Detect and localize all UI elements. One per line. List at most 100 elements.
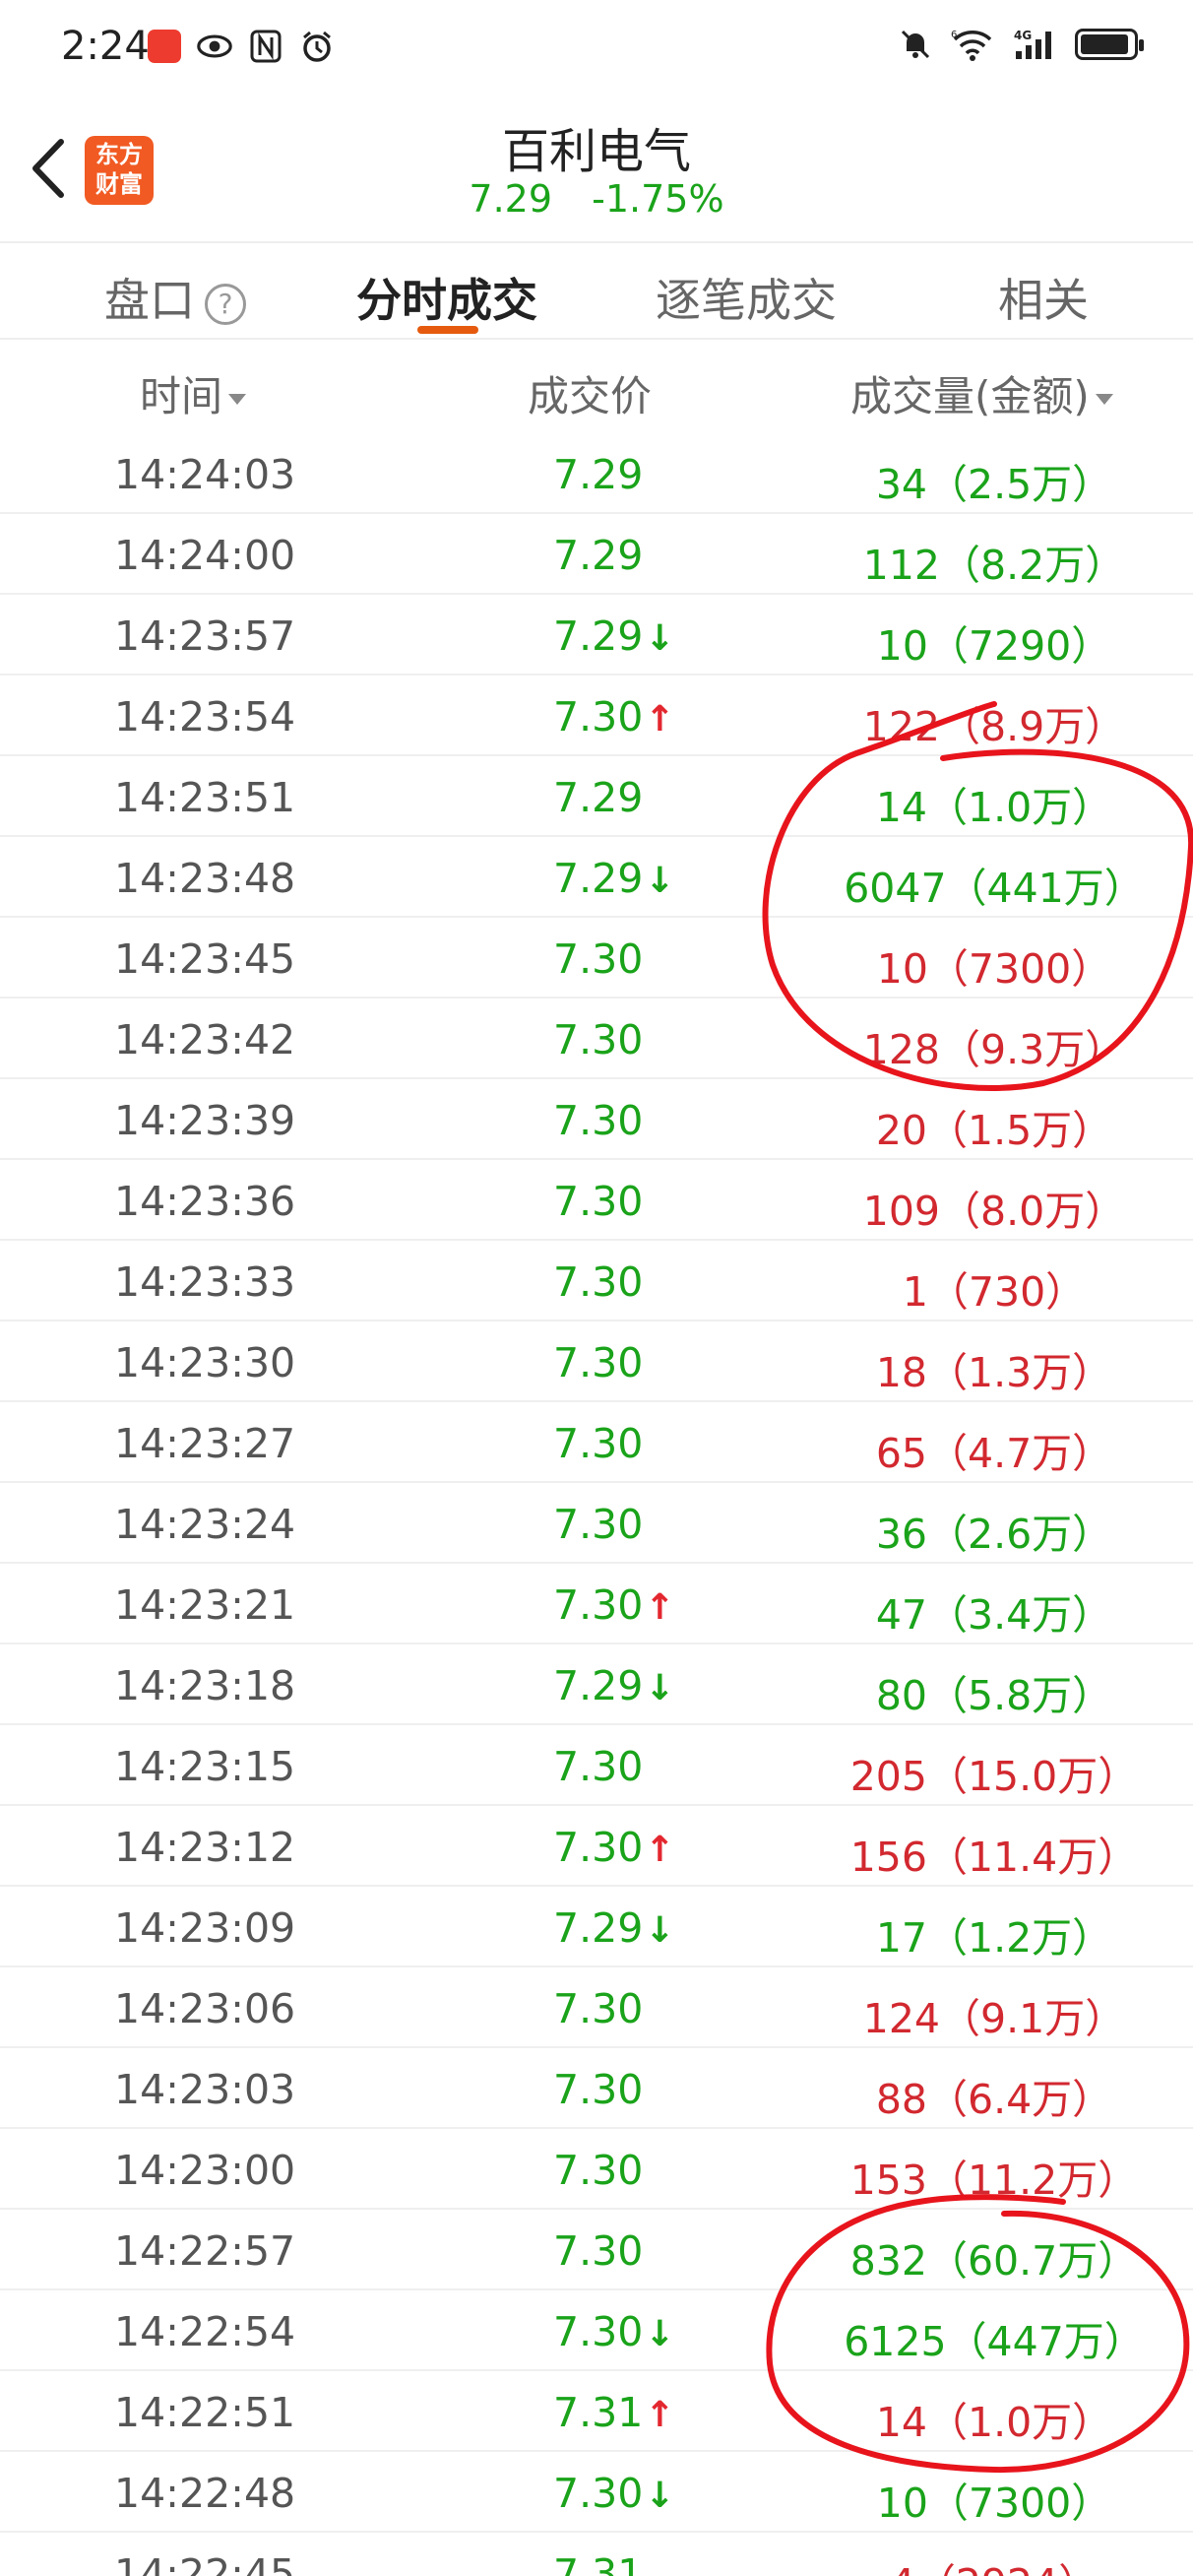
table-row[interactable]: 14:23:36 7.30 109（8.0万） bbox=[0, 1160, 1193, 1241]
table-row[interactable]: 14:23:06 7.30 124（9.1万） bbox=[0, 1967, 1193, 2048]
trade-time: 14:23:21 bbox=[114, 1581, 296, 1629]
column-headers: 时间 成交价 成交量(金额) bbox=[0, 340, 1193, 438]
col-header-volume[interactable]: 成交量(金额) bbox=[850, 363, 1113, 423]
trade-time: 14:23:42 bbox=[114, 1016, 296, 1063]
col-header-time-label: 时间 bbox=[140, 372, 223, 420]
arrow-down-icon: ↓ bbox=[645, 2314, 675, 2354]
mute-icon bbox=[898, 28, 933, 61]
trade-time: 14:22:57 bbox=[114, 2227, 296, 2275]
tab-related[interactable]: 相关 bbox=[998, 265, 1089, 327]
tab-pankou[interactable]: 盘口? bbox=[104, 265, 246, 327]
col-header-price-label: 成交价 bbox=[528, 372, 653, 420]
trade-price-value: 7.30 bbox=[553, 1581, 644, 1629]
table-row[interactable]: 14:22:57 7.30 832（60.7万） bbox=[0, 2210, 1193, 2290]
arrow-up-icon: ↑ bbox=[645, 1830, 675, 1870]
trade-price-value: 7.30 bbox=[553, 1097, 644, 1144]
trade-volume: 80（5.8万） bbox=[875, 1672, 1113, 1719]
trade-price-value: 7.30 bbox=[553, 2066, 644, 2113]
trade-volume: 18（1.3万） bbox=[875, 1349, 1113, 1396]
trade-price: 7.30 bbox=[553, 2147, 643, 2194]
trade-price-value: 7.30 bbox=[553, 1824, 644, 1871]
app-notification-icon bbox=[148, 30, 181, 63]
active-tab-indicator bbox=[417, 326, 478, 334]
svg-text:6: 6 bbox=[951, 30, 957, 40]
table-row[interactable]: 14:22:48 7.30↓ 10（7300） bbox=[0, 2452, 1193, 2533]
table-row[interactable]: 14:23:30 7.30 18（1.3万） bbox=[0, 1321, 1193, 1402]
table-row[interactable]: 14:23:42 7.30 128（9.3万） bbox=[0, 998, 1193, 1079]
trade-time: 14:22:45 bbox=[114, 2550, 296, 2576]
trade-volume: 10（7300） bbox=[876, 2479, 1112, 2527]
stock-change: -1.75% bbox=[592, 177, 724, 221]
trade-price-value: 7.30 bbox=[553, 2470, 644, 2517]
tab-bar: 盘口? 分时成交 逐笔成交 相关 bbox=[0, 241, 1193, 340]
table-row[interactable]: 14:23:45 7.30 10（7300） bbox=[0, 918, 1193, 998]
trade-price: 7.29↓ bbox=[553, 1662, 674, 1709]
table-row[interactable]: 14:23:09 7.29↓ 17（1.2万） bbox=[0, 1887, 1193, 1967]
svg-text:4G: 4G bbox=[1014, 29, 1032, 42]
trade-time: 14:23:36 bbox=[114, 1178, 296, 1225]
header: 东方 财富 百利电气 7.29 -1.75% bbox=[0, 98, 1193, 241]
table-row[interactable]: 14:23:39 7.30 20（1.5万） bbox=[0, 1079, 1193, 1160]
trade-volume: 124（9.1万） bbox=[862, 1995, 1126, 2042]
table-row[interactable]: 14:23:33 7.30 1（730） bbox=[0, 1241, 1193, 1321]
trade-price-value: 7.30 bbox=[553, 1258, 644, 1306]
trade-price-value: 7.29 bbox=[553, 774, 644, 821]
arrow-down-icon: ↓ bbox=[645, 1668, 675, 1708]
arrow-up-icon: ↑ bbox=[645, 2395, 675, 2435]
table-row[interactable]: 14:24:03 7.29 34（2.5万） bbox=[0, 433, 1193, 514]
trade-volume: 4（2924） bbox=[787, 2550, 1193, 2576]
table-row[interactable]: 14:23:51 7.29 14（1.0万） bbox=[0, 756, 1193, 837]
table-row[interactable]: 14:23:12 7.30↑ 156（11.4万） bbox=[0, 1806, 1193, 1887]
trade-volume: 65（4.7万） bbox=[875, 1430, 1113, 1477]
trade-volume: 156（11.4万） bbox=[849, 1834, 1139, 1881]
trade-volume: 109（8.0万） bbox=[862, 1188, 1126, 1235]
arrow-up-icon: ↑ bbox=[645, 1587, 675, 1628]
trade-volume: 6047（441万） bbox=[844, 865, 1145, 912]
stock-name: 百利电气 bbox=[501, 124, 691, 179]
trade-price: 7.29↓ bbox=[553, 855, 674, 902]
trade-time: 14:22:48 bbox=[114, 2470, 296, 2517]
trade-time: 14:24:00 bbox=[114, 532, 296, 579]
table-row[interactable]: 14:23:48 7.29↓ 6047（441万） bbox=[0, 837, 1193, 918]
tab-intraday-trades-label: 分时成交 bbox=[356, 274, 537, 327]
table-row[interactable]: 14:22:51 7.31↑ 14（1.0万） bbox=[0, 2371, 1193, 2452]
trade-price: 7.30↑ bbox=[553, 693, 674, 741]
trade-time: 14:23:33 bbox=[114, 1258, 296, 1306]
table-row[interactable]: 14:23:00 7.30 153（11.2万） bbox=[0, 2129, 1193, 2210]
trade-price: 7.31↑ bbox=[553, 2389, 674, 2436]
trade-price: 7.31 bbox=[553, 2550, 643, 2576]
trade-price: 7.30 bbox=[553, 1501, 643, 1548]
trade-time: 14:23:15 bbox=[114, 1743, 296, 1790]
tab-tick-trades[interactable]: 逐笔成交 bbox=[656, 265, 837, 327]
trade-volume: 20（1.5万） bbox=[875, 1107, 1113, 1154]
table-row[interactable]: 14:23:03 7.30 88（6.4万） bbox=[0, 2048, 1193, 2129]
table-row[interactable]: 14:23:57 7.29↓ 10（7290） bbox=[0, 595, 1193, 676]
trade-time: 14:23:12 bbox=[114, 1824, 296, 1871]
col-header-time[interactable]: 时间 bbox=[140, 363, 247, 423]
trade-price: 7.30↓ bbox=[553, 2470, 674, 2517]
table-row[interactable]: 14:23:15 7.30 205（15.0万） bbox=[0, 1725, 1193, 1806]
trade-volume: 122（8.9万） bbox=[862, 703, 1126, 750]
table-row[interactable]: 14:23:21 7.30↑ 47（3.4万） bbox=[0, 1564, 1193, 1644]
help-icon[interactable]: ? bbox=[205, 283, 246, 325]
sort-caret-icon bbox=[228, 394, 247, 405]
table-row[interactable]: 14:23:27 7.30 65（4.7万） bbox=[0, 1402, 1193, 1483]
table-row[interactable]: 14:23:24 7.30 36（2.6万） bbox=[0, 1483, 1193, 1564]
trade-price-value: 7.29 bbox=[553, 612, 644, 660]
trade-volume: 832（60.7万） bbox=[849, 2237, 1139, 2285]
trade-price-value: 7.30 bbox=[553, 1743, 644, 1790]
trade-price: 7.30 bbox=[553, 1743, 643, 1790]
eye-icon bbox=[197, 30, 232, 63]
tab-intraday-trades[interactable]: 分时成交 bbox=[356, 265, 537, 327]
trade-time: 14:23:51 bbox=[114, 774, 296, 821]
table-row[interactable]: 14:23:18 7.29↓ 80（5.8万） bbox=[0, 1644, 1193, 1725]
arrow-down-icon: ↓ bbox=[645, 2476, 675, 2516]
table-row[interactable]: 14:23:54 7.30↑ 122（8.9万） bbox=[0, 676, 1193, 756]
trade-time: 14:24:03 bbox=[114, 451, 296, 498]
table-row[interactable]: 14:24:00 7.29 112（8.2万） bbox=[0, 514, 1193, 595]
table-row[interactable]: 14:22:54 7.30↓ 6125（447万） bbox=[0, 2290, 1193, 2371]
trade-price: 7.30 bbox=[553, 935, 643, 983]
table-row[interactable]: 14:22:45 7.31 4（2924） bbox=[0, 2533, 1193, 2576]
trade-time: 14:23:54 bbox=[114, 693, 296, 741]
trade-time: 14:23:30 bbox=[114, 1339, 296, 1386]
